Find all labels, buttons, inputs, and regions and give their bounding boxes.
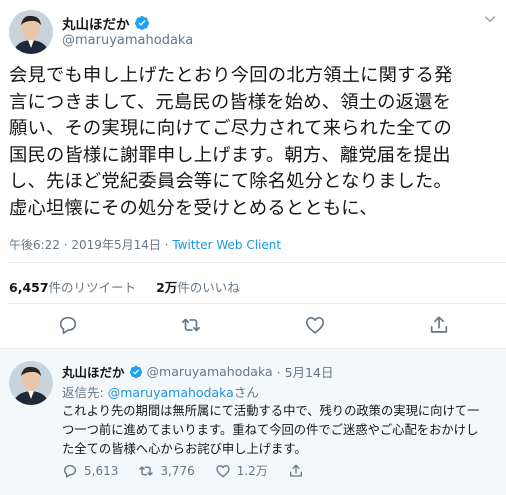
reply-author-handle[interactable]: @maruyamahodaka xyxy=(147,364,273,379)
reply-icon xyxy=(64,464,76,478)
tweet-client-link[interactable]: Twitter Web Client xyxy=(172,238,281,252)
retweet-stat[interactable]: 6,457件のリツイート xyxy=(9,277,136,296)
meta-separator: · xyxy=(59,238,72,252)
retweet-icon[interactable] xyxy=(180,314,202,336)
tweet-actions xyxy=(0,314,506,342)
dm-icon[interactable] xyxy=(428,314,450,336)
reply-date[interactable]: · 5月14日 xyxy=(277,362,334,381)
tweet-text-line: 願い、その実現に向けてご尽力されて来られた全ての xyxy=(9,118,453,139)
retweet-count: 6,457 xyxy=(9,280,49,295)
tweet-date[interactable]: 2019年5月14日 xyxy=(71,238,160,252)
verified-badge-icon xyxy=(134,16,149,30)
reply-author-name[interactable]: 丸山ほだか xyxy=(62,362,125,381)
reply-to-label: 返信先: xyxy=(62,385,108,400)
reply-to-handle[interactable]: @maruyamahodaka xyxy=(108,385,234,400)
reply-author-row: 丸山ほだか @maruyamahodaka · 5月14日 xyxy=(62,362,333,381)
chevron-down-icon[interactable] xyxy=(483,12,497,26)
like-action[interactable]: 1.2万 xyxy=(215,462,268,479)
reply-count: 5,613 xyxy=(84,463,119,478)
tweet-text-line: 言につきまして、元島民の皆様を始め、領土の返還を xyxy=(9,91,452,113)
retweet-stat-label: 件のリツイート xyxy=(48,280,137,295)
tweet-meta: 午後6:22 · 2019年5月14日 · Twitter Web Client xyxy=(9,236,281,253)
tweet-time[interactable]: 午後6:22 xyxy=(9,238,60,252)
main-tweet: 丸山ほだか @maruyamahodaka 会見でも申し上げたとおり今回の北方領… xyxy=(0,0,506,348)
reply-actions: 5,613 3,776 1.2万 xyxy=(62,462,324,479)
reply-to: 返信先: @maruyamahodakaさん xyxy=(62,382,259,401)
reply-to-suffix: さん xyxy=(233,385,259,400)
divider xyxy=(9,262,506,263)
share-action[interactable] xyxy=(288,463,304,479)
author-name[interactable]: 丸山ほだか xyxy=(62,13,130,33)
like-icon[interactable] xyxy=(304,314,326,336)
author-handle[interactable]: @maruyamahodaka xyxy=(62,33,193,48)
tweet-stats: 6,457件のリツイート 2万件のいいね xyxy=(9,277,240,296)
divider xyxy=(9,303,506,304)
reply-action[interactable]: 5,613 xyxy=(62,463,118,479)
tweet-text-line: 虚心坦懐にその処分を受けとめるとともに、 xyxy=(9,197,378,219)
meta-separator: · xyxy=(160,238,173,252)
like-count: 1.2万 xyxy=(236,464,268,478)
verified-badge-icon xyxy=(129,365,142,378)
reply-text-line: た全ての皆様へ心からお詫び申し上げます。 xyxy=(62,442,307,456)
avatar[interactable] xyxy=(9,361,53,405)
like-stat[interactable]: 2万件のいいね xyxy=(156,277,240,296)
avatar[interactable] xyxy=(9,10,53,54)
tweet-text-line: し、先ほど党紀委員会等にて除名処分となりました。 xyxy=(9,171,453,192)
reply-tweet[interactable]: 丸山ほだか @maruyamahodaka · 5月14日 返信先: @maru… xyxy=(0,348,506,495)
reply-text-line: つ一つ前に進めてまいります。重ねて今回の件でご迷惑やご心配をおかけし xyxy=(62,423,479,437)
share-icon xyxy=(289,464,302,477)
reply-icon[interactable] xyxy=(57,314,79,336)
author-row: 丸山ほだか xyxy=(62,13,150,33)
retweet-action[interactable]: 3,776 xyxy=(138,463,195,479)
reply-text: これより先の期間は無所属にて活動する中で、残りの政策の実現に向けて一 つ一つ前に… xyxy=(62,402,502,459)
like-stat-label: 件のいいね xyxy=(177,280,240,295)
tweet-text-line: 国民の皆様に謝罪申し上げます。朝方、離党届を提出 xyxy=(9,144,451,166)
tweet-text: 会見でも申し上げたとおり今回の北方領土に関する発 言につきまして、元島民の皆様を… xyxy=(9,63,501,222)
retweet-count: 3,776 xyxy=(160,463,195,478)
retweet-icon xyxy=(139,465,154,476)
reply-text-line: これより先の期間は無所属にて活動する中で、残りの政策の実現に向けて一 xyxy=(62,404,480,418)
like-icon xyxy=(216,464,230,477)
tweet-text-line: 会見でも申し上げたとおり今回の北方領土に関する発 xyxy=(9,65,453,86)
like-count: 2万 xyxy=(156,280,178,295)
